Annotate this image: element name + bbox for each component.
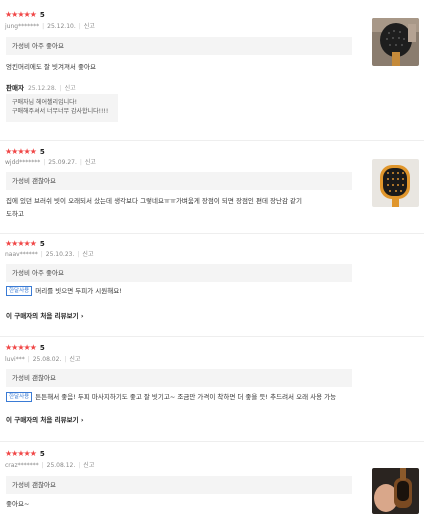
separator: | <box>77 251 80 258</box>
option-text: 가성비 괜찮아요 <box>6 369 352 387</box>
review-text: 엉킨머리에도 잘 빗겨져서 좋아요 <box>6 63 96 71</box>
seller-reply-line: 구매자님 헤어첼리입니다! <box>12 99 78 106</box>
option-text: 가성비 괜찮아요 <box>6 172 352 190</box>
stars-icon: ★★★★★ <box>5 147 37 156</box>
report-link[interactable]: 신고 <box>83 462 94 469</box>
rating-score: 5 <box>39 148 45 156</box>
review-date: 25.12.10. <box>47 23 76 30</box>
review-item: ★★★★★ 5 naav****** | 25.10.23. | 신고 가성비 아주 좋… <box>0 234 424 337</box>
stars-icon: ★★★★★ <box>5 10 37 19</box>
review-item: ★★★★★ 5 wjdd******* | 25.09.27. | 신고 가성비 괜찮아… <box>0 141 424 234</box>
report-link[interactable]: 신고 <box>82 251 93 258</box>
report-link[interactable]: 신고 <box>85 159 96 166</box>
reviewer-id: craz******* <box>5 462 39 469</box>
separator: | <box>43 159 46 166</box>
review-meta: luvi*** | 25.08.02. | 신고 <box>5 354 80 363</box>
seller-name: 판매자 <box>6 84 24 92</box>
review-date: 25.09.27. <box>48 159 77 166</box>
review-text: 좋아요~ <box>6 500 30 508</box>
stars-icon: ★★★★★ <box>5 343 37 352</box>
separator: | <box>40 251 43 258</box>
seller-reply-line: 구매해주셔서 너무너무 감사합니다!!!! <box>12 108 109 115</box>
separator: | <box>78 23 81 30</box>
reviewer-id: jung******* <box>5 23 40 30</box>
review-meta: naav****** | 25.10.23. | 신고 <box>5 249 93 258</box>
reviewer-id: luvi*** <box>5 356 25 363</box>
review-date: 25.08.02. <box>32 356 62 363</box>
review-meta: craz******* | 25.08.12. | 신고 <box>5 460 94 469</box>
review-photo[interactable] <box>372 159 419 207</box>
review-date: 25.10.23. <box>45 251 75 258</box>
stars-icon: ★★★★★ <box>5 239 37 248</box>
report-link[interactable]: 신고 <box>69 356 80 363</box>
star-rating: ★★★★★ 5 <box>5 449 45 459</box>
seller-reply-header: 판매자 25.12.28. | 신고 <box>6 82 76 92</box>
review-text: 한달사용 머리를 빗으면 두피가 시원해요! <box>6 285 358 298</box>
review-meta: jung******* | 25.12.10. | 신고 <box>5 21 95 30</box>
review-text: 집에 있던 브러쉬 빗이 오래되서 샀는데 생각보다 그렇네요ㅠㅠ가벼움게 장점… <box>6 195 358 221</box>
review-meta: wjdd******* | 25.09.27. | 신고 <box>5 157 96 166</box>
rating-score: 5 <box>39 450 45 458</box>
star-rating: ★★★★★ 5 <box>5 239 45 249</box>
review-item: ★★★★★ 5 jung******* | 25.12.10. | 신고 가성비 아주 … <box>0 0 424 141</box>
review-text-line: 도하고 <box>6 210 24 218</box>
star-rating: ★★★★★ 5 <box>5 147 45 157</box>
seller-reply: 구매자님 헤어첼리입니다! 구매해주셔서 너무너무 감사합니다!!!! <box>6 94 118 122</box>
review-text-line: 집에 있던 브러쉬 빗이 오래되서 샀는데 생각보다 그렇네요ㅠㅠ가벼움게 장점… <box>6 197 302 205</box>
separator: | <box>41 462 44 469</box>
separator: | <box>64 356 67 363</box>
review-text-body: 튼튼해서 좋음! 두피 마사지하기도 좋고 잘 빗기고~ 조금만 가격이 착하면… <box>35 393 337 401</box>
option-text: 가성비 아주 좋아요 <box>6 264 352 282</box>
report-link[interactable]: 신고 <box>65 85 76 92</box>
review-date: 25.08.12. <box>46 462 76 469</box>
hairbrush-photo-icon <box>372 159 419 207</box>
reviewer-id: naav****** <box>5 251 38 258</box>
option-text: 가성비 괜찮아요 <box>6 476 352 494</box>
review-photo[interactable] <box>372 18 419 66</box>
usage-badge: 한달사용 <box>6 392 33 402</box>
usage-badge: 한달사용 <box>6 286 33 296</box>
stars-icon: ★★★★★ <box>5 449 37 458</box>
rating-score: 5 <box>39 344 45 352</box>
star-rating: ★★★★★ 5 <box>5 343 45 353</box>
review-item: ★★★★★ 5 craz******* | 25.08.12. | 신고 가성비 괜찮아… <box>0 442 424 514</box>
review-photo[interactable] <box>372 468 419 514</box>
first-review-link[interactable]: 이 구매자의 처음 리뷰보기 › <box>6 310 84 320</box>
seller-reply-date: 25.12.28. <box>27 85 57 92</box>
separator: | <box>78 462 81 469</box>
option-text: 가성비 아주 좋아요 <box>6 37 352 55</box>
rating-score: 5 <box>39 11 45 19</box>
review-text: 한달사용 튼튼해서 좋음! 두피 마사지하기도 좋고 잘 빗기고~ 조금만 가격이… <box>6 391 366 404</box>
review-text-body: 머리를 빗으면 두피가 시원해요! <box>35 287 122 295</box>
separator: | <box>42 23 45 30</box>
hand-brush-photo-icon <box>372 468 419 514</box>
first-review-link[interactable]: 이 구매자의 처음 리뷰보기 › <box>6 414 84 424</box>
reviewer-id: wjdd******* <box>5 159 41 166</box>
rating-score: 5 <box>39 240 45 248</box>
report-link[interactable]: 신고 <box>84 23 95 30</box>
separator: | <box>79 159 82 166</box>
review-item: ★★★★★ 5 luvi*** | 25.08.02. | 신고 가성비 괜찮아요 한달… <box>0 337 424 442</box>
separator: | <box>27 356 30 363</box>
separator: | <box>59 85 62 92</box>
hairbrush-photo-icon <box>372 18 419 66</box>
star-rating: ★★★★★ 5 <box>5 10 45 20</box>
